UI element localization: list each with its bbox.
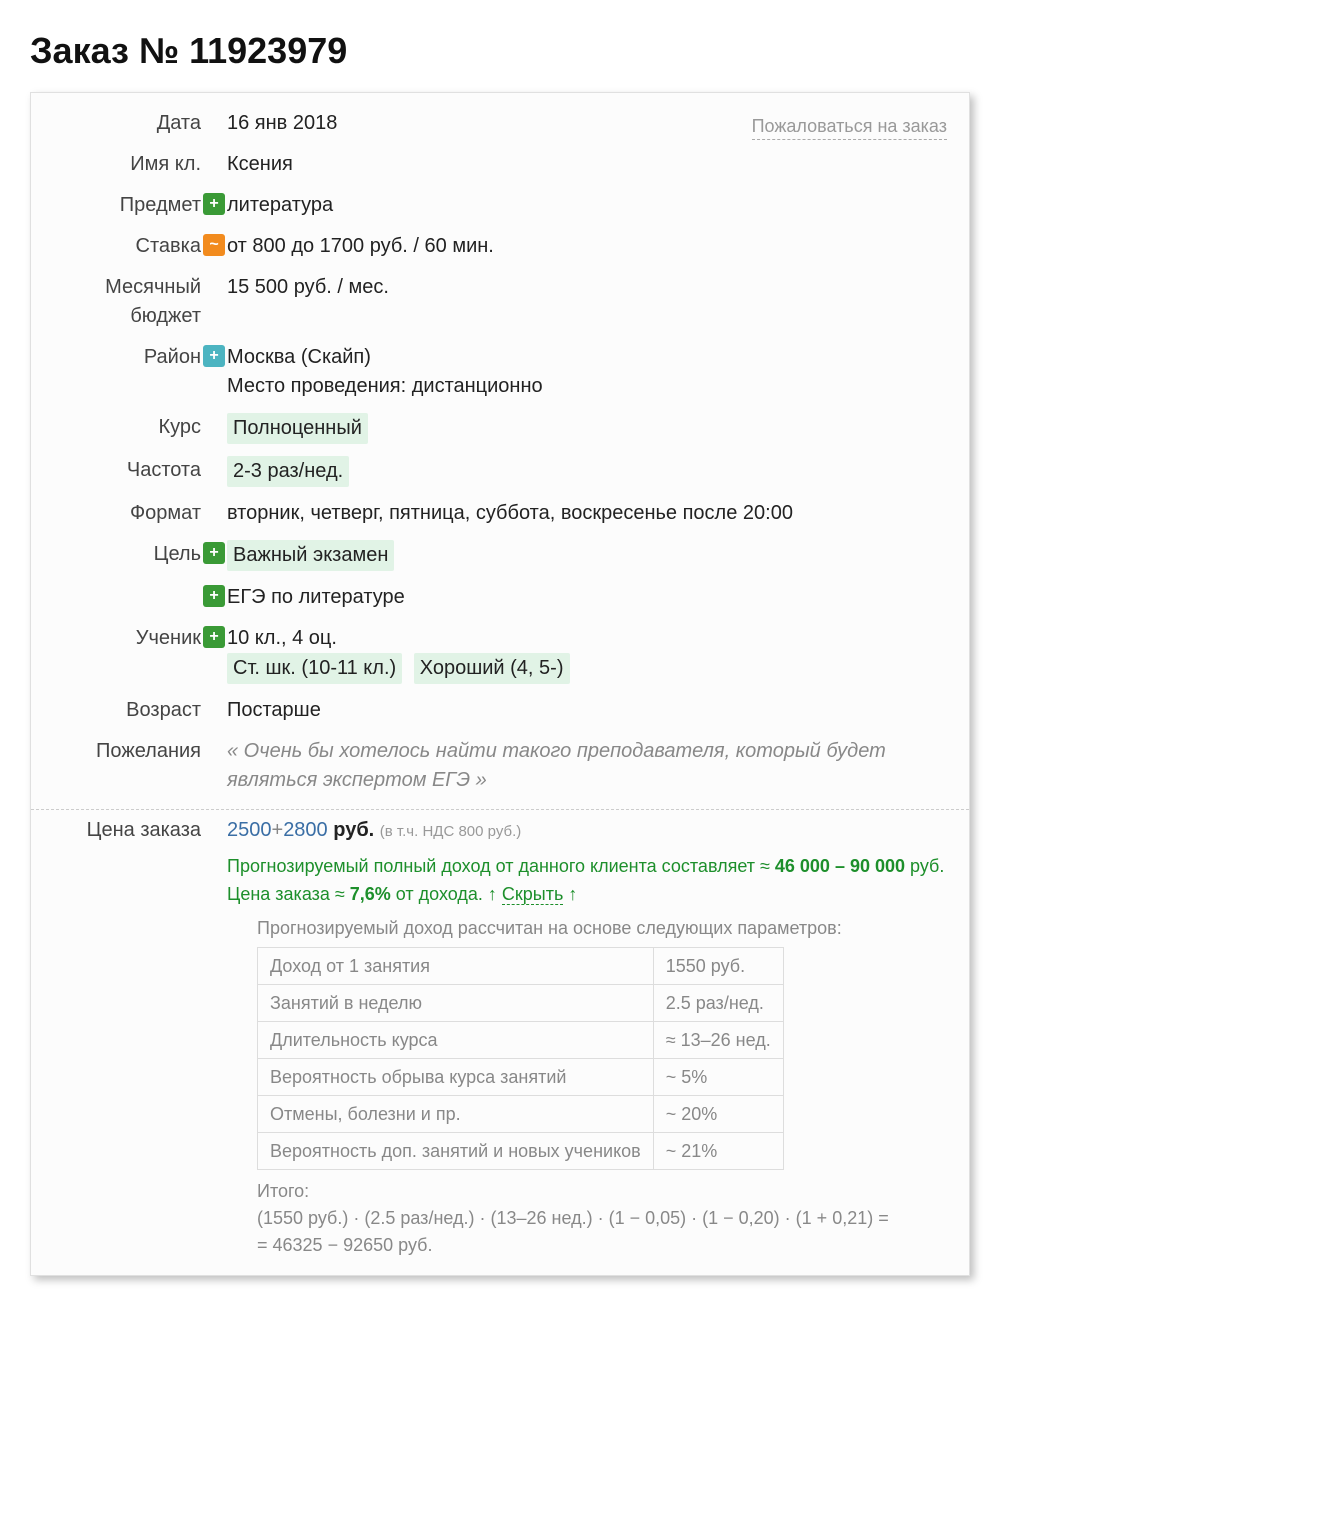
page-title: Заказ № 11923979 [30, 30, 970, 72]
forecast-totals: Итого: (1550 руб.) · (2.5 раз/нед.) · (1… [257, 1178, 949, 1259]
order-card: Дата 16 янв 2018 Пожаловаться на заказ И… [30, 92, 970, 1276]
value-rate: от 800 до 1700 руб. / 60 мин. [227, 232, 949, 261]
forecast-table: Доход от 1 занятия1550 руб. Занятий в не… [257, 947, 784, 1171]
plus-icon: + [203, 542, 225, 564]
label-subject: Предмет [51, 191, 201, 220]
value-goal2: ЕГЭ по литературе [227, 583, 949, 612]
forecast-text: Прогнозируемый полный доход от данного к… [227, 853, 949, 909]
label-date: Дата [51, 109, 201, 138]
label-price: Цена заказа [51, 816, 201, 845]
value-age: Постарше [227, 696, 949, 725]
hide-link[interactable]: Скрыть [502, 884, 563, 905]
value-district: Москва (Скайп)Место проведения: дистанци… [227, 343, 949, 401]
plus-icon: + [203, 193, 225, 215]
label-budget: Месячныйбюджет [51, 273, 201, 331]
value-frequency: 2-3 раз/нед. [227, 456, 349, 487]
label-name: Имя кл. [51, 150, 201, 179]
plus-icon: + [203, 626, 225, 648]
label-wishes: Пожелания [51, 737, 201, 766]
value-name: Ксения [227, 150, 949, 179]
plus-icon: + [203, 585, 225, 607]
value-price: 2500+2800 руб. (в т.ч. НДС 800 руб.) Про… [227, 816, 949, 1259]
label-district: Район [51, 343, 201, 372]
value-subject: литература [227, 191, 949, 220]
tilde-icon: ~ [203, 234, 225, 256]
value-budget: 15 500 руб. / мес. [227, 273, 949, 302]
plus-icon: + [203, 345, 225, 367]
complain-link[interactable]: Пожаловаться на заказ [752, 113, 947, 140]
value-goal: Важный экзамен [227, 540, 394, 571]
label-format: Формат [51, 499, 201, 528]
label-frequency: Частота [51, 456, 201, 485]
label-course: Курс [51, 413, 201, 442]
forecast-params-title: Прогнозируемый доход рассчитан на основе… [257, 915, 949, 941]
value-wishes: « Очень бы хотелось найти такого препода… [227, 737, 949, 795]
label-student: Ученик [51, 624, 201, 653]
value-student: 10 кл., 4 оц. Ст. шк. (10-11 кл.) Хороши… [227, 624, 949, 684]
value-course: Полноценный [227, 413, 368, 444]
value-format: вторник, четверг, пятница, суббота, воск… [227, 499, 949, 528]
label-age: Возраст [51, 696, 201, 725]
label-goal: Цель [51, 540, 201, 569]
label-rate: Ставка [51, 232, 201, 261]
